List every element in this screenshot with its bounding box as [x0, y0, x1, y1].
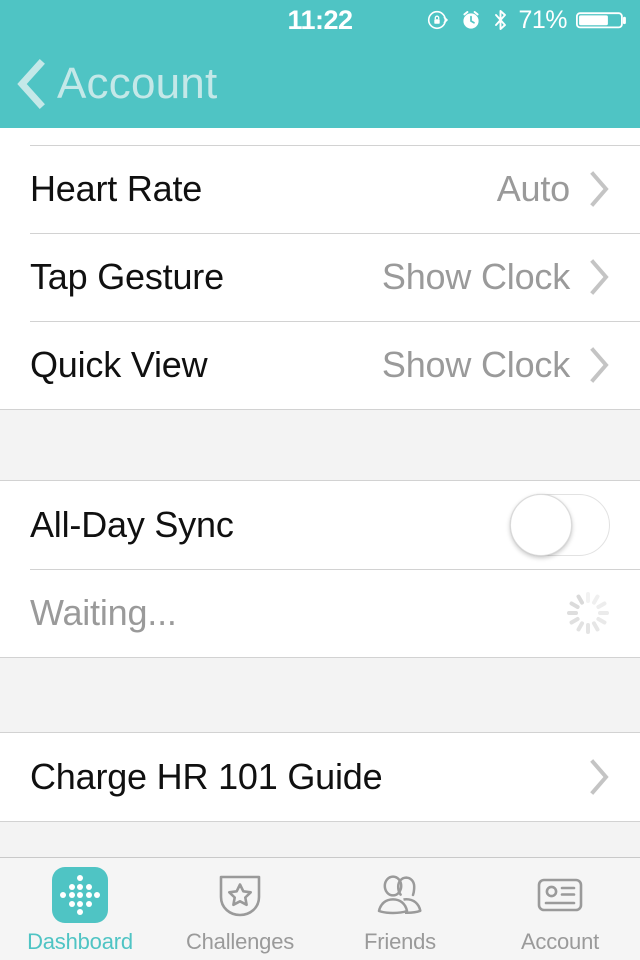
chevron-right-icon: [588, 170, 610, 208]
row-label: Charge HR 101 Guide: [30, 756, 382, 798]
settings-row-quick-view[interactable]: Quick View Show Clock: [0, 321, 640, 409]
row-value: Show Clock: [382, 344, 570, 386]
settings-list[interactable]: Display Heart Rate Auto Tap Gesture Show…: [0, 128, 640, 857]
status-bar-indicators: 71%: [426, 0, 630, 40]
toggle-knob: [510, 494, 572, 556]
alarm-clock-icon: [459, 8, 483, 32]
row-label: Heart Rate: [30, 168, 202, 210]
app-screen: 11:22 71%: [0, 0, 640, 960]
two-people-icon: [372, 867, 428, 923]
activity-spinner-icon: [566, 591, 610, 635]
tab-label: Challenges: [186, 929, 294, 955]
clipped-row-top: Display: [0, 128, 640, 145]
tab-label: Dashboard: [27, 929, 133, 955]
navigation-bar: Account: [0, 40, 640, 128]
sync-status-label: Waiting...: [30, 592, 177, 634]
row-value: Auto: [497, 168, 570, 210]
row-accessory-group: [510, 494, 610, 556]
row-accessory-group: Show Clock: [382, 344, 610, 386]
shield-star-icon: [212, 867, 268, 923]
settings-row-charge-hr-guide[interactable]: Charge HR 101 Guide: [0, 733, 640, 821]
row-label: Quick View: [30, 344, 207, 386]
tab-label: Account: [521, 929, 599, 955]
row-value: Show Clock: [382, 256, 570, 298]
section-separator: [0, 409, 640, 481]
all-day-sync-toggle[interactable]: [510, 494, 610, 556]
chevron-right-icon: [588, 758, 610, 796]
tab-challenges[interactable]: Challenges: [160, 858, 320, 960]
row-label: Tap Gesture: [30, 256, 224, 298]
row-accessory-group: Show Clock: [382, 256, 610, 298]
row-accessory-group: [566, 591, 610, 635]
row-accessory-group: [588, 758, 610, 796]
rotation-lock-icon: [426, 8, 450, 32]
battery-percentage: 71%: [518, 6, 567, 35]
status-bar: 11:22 71%: [0, 0, 640, 40]
tab-account[interactable]: Account: [480, 858, 640, 960]
row-label: All-Day Sync: [30, 504, 234, 546]
battery-icon: [576, 8, 630, 32]
back-button[interactable]: Account: [0, 57, 217, 111]
back-button-label: Account: [57, 59, 217, 109]
settings-row-tap-gesture[interactable]: Tap Gesture Show Clock: [0, 233, 640, 321]
id-card-icon: [532, 867, 588, 923]
tab-friends[interactable]: Friends: [320, 858, 480, 960]
settings-row-heart-rate[interactable]: Heart Rate Auto: [0, 145, 640, 233]
chevron-left-icon: [14, 57, 48, 111]
chevron-right-icon: [588, 346, 610, 384]
tab-bar: Dashboard Challenges Friends: [0, 857, 640, 960]
sync-status-row: Waiting...: [0, 569, 640, 657]
fitbit-dots-icon: [52, 867, 108, 923]
row-accessory-group: Auto: [497, 168, 610, 210]
bluetooth-icon: [492, 8, 509, 32]
settings-row-all-day-sync[interactable]: All-Day Sync: [0, 481, 640, 569]
section-separator-bottom: [0, 821, 640, 857]
tab-dashboard[interactable]: Dashboard: [0, 858, 160, 960]
tab-label: Friends: [364, 929, 436, 955]
section-separator: [0, 657, 640, 733]
chevron-right-icon: [588, 258, 610, 296]
